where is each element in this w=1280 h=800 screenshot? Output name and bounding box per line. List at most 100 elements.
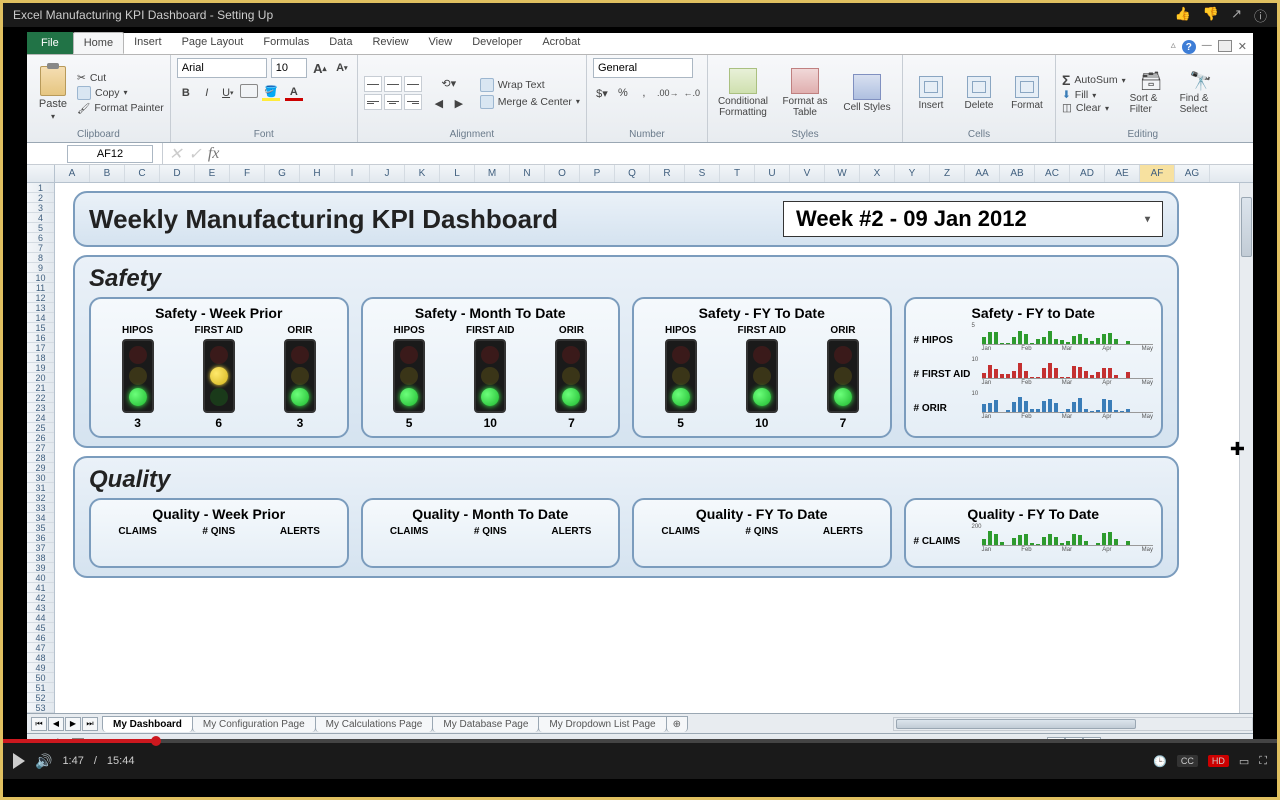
theater-mode-icon[interactable]: ▭ [1239,755,1249,768]
column-header[interactable]: M [475,165,510,182]
increase-indent-button[interactable]: ▶ [450,94,468,112]
row-header[interactable]: 41 [27,583,54,593]
align-center-button[interactable] [384,94,402,110]
autosum-button[interactable]: ΣAutoSum▾ [1062,72,1126,88]
orientation-button[interactable]: ⟲▾ [430,74,468,92]
column-header[interactable]: AA [965,165,1000,182]
row-header[interactable]: 6 [27,233,54,243]
sort-filter-button[interactable]: 🗃Sort & Filter [1130,71,1174,115]
column-header[interactable]: AE [1105,165,1140,182]
fill-color-button[interactable]: 🪣 [261,84,281,102]
column-header[interactable]: AD [1070,165,1105,182]
row-header[interactable]: 13 [27,303,54,313]
number-format-select[interactable] [593,58,693,78]
window-restore-icon[interactable] [1218,40,1232,52]
column-header[interactable]: AB [1000,165,1035,182]
clear-button[interactable]: ◫Clear▾ [1062,102,1126,114]
row-header[interactable]: 16 [27,333,54,343]
column-header[interactable]: W [825,165,860,182]
align-right-button[interactable] [404,94,422,110]
column-header[interactable]: O [545,165,580,182]
info-icon[interactable]: ⓘ [1254,6,1267,25]
column-header[interactable]: S [685,165,720,182]
font-name-select[interactable] [177,58,267,78]
tab-data[interactable]: Data [319,32,362,54]
row-header[interactable]: 31 [27,483,54,493]
watch-later-icon[interactable]: 🕒 [1153,755,1167,768]
format-cells-button[interactable]: Format [1005,76,1049,111]
grow-font-button[interactable]: A▴ [311,59,329,77]
horizontal-scrollbar[interactable] [893,717,1253,731]
conditional-formatting-button[interactable]: Conditional Formatting [714,68,772,118]
row-header[interactable]: 49 [27,663,54,673]
find-select-button[interactable]: 🔭Find & Select [1180,71,1224,115]
fullscreen-icon[interactable]: ⛶ [1259,755,1267,768]
new-sheet-button[interactable]: ⊕ [666,716,688,732]
align-middle-button[interactable] [384,76,402,92]
italic-button[interactable]: I [198,84,216,102]
row-header[interactable]: 35 [27,523,54,533]
volume-icon[interactable]: 🔊 [35,753,52,770]
row-header[interactable]: 7 [27,243,54,253]
row-header[interactable]: 33 [27,503,54,513]
minimize-ribbon-icon[interactable]: ▵ [1171,40,1176,54]
row-header[interactable]: 15 [27,323,54,333]
column-header[interactable]: A [55,165,90,182]
row-header[interactable]: 45 [27,623,54,633]
row-header[interactable]: 37 [27,543,54,553]
merge-center-button[interactable]: Merge & Center▾ [480,95,580,109]
sheet-tab[interactable]: My Dropdown List Page [538,716,666,732]
column-header[interactable]: F [230,165,265,182]
row-header[interactable]: 1 [27,183,54,193]
column-header[interactable]: AG [1175,165,1210,182]
row-header[interactable]: 8 [27,253,54,263]
row-header[interactable]: 14 [27,313,54,323]
column-header[interactable]: C [125,165,160,182]
row-header[interactable]: 9 [27,263,54,273]
row-header[interactable]: 51 [27,683,54,693]
cell-styles-button[interactable]: Cell Styles [838,74,896,113]
column-header[interactable]: AF [1140,165,1175,182]
sheet-nav-next[interactable]: ▶ [65,717,81,731]
row-header[interactable]: 5 [27,223,54,233]
tab-home[interactable]: Home [73,32,124,54]
column-header[interactable]: J [370,165,405,182]
row-header[interactable]: 42 [27,593,54,603]
font-color-button[interactable]: A [284,84,304,102]
column-header[interactable]: T [720,165,755,182]
decrease-indent-button[interactable]: ◀ [430,94,448,112]
tab-insert[interactable]: Insert [124,32,172,54]
formula-bar[interactable] [225,143,1253,164]
column-header[interactable]: I [335,165,370,182]
row-header[interactable]: 2 [27,193,54,203]
row-header[interactable]: 11 [27,283,54,293]
sheet-nav-last[interactable]: ⏭ [82,717,98,731]
file-tab[interactable]: File [27,32,73,54]
row-header[interactable]: 26 [27,433,54,443]
column-header[interactable]: P [580,165,615,182]
row-header[interactable]: 39 [27,563,54,573]
row-header[interactable]: 48 [27,653,54,663]
format-as-table-button[interactable]: Format as Table [776,68,834,118]
hd-button[interactable]: HD [1208,755,1229,767]
name-box[interactable] [67,145,153,163]
like-icon[interactable]: 👍 [1175,6,1191,25]
row-header[interactable]: 20 [27,373,54,383]
row-header[interactable]: 4 [27,213,54,223]
progress-bar[interactable] [3,739,1277,743]
row-header[interactable]: 44 [27,613,54,623]
wrap-text-button[interactable]: Wrap Text [480,78,580,92]
row-header[interactable]: 28 [27,453,54,463]
select-all-corner[interactable] [27,165,55,182]
row-header[interactable]: 23 [27,403,54,413]
row-header[interactable]: 17 [27,343,54,353]
accounting-format-button[interactable]: $▾ [593,84,611,102]
column-header[interactable]: Q [615,165,650,182]
row-header[interactable]: 52 [27,693,54,703]
sheet-tab[interactable]: My Database Page [432,716,539,732]
row-header[interactable]: 30 [27,473,54,483]
row-header[interactable]: 21 [27,383,54,393]
sheet-tab[interactable]: My Calculations Page [315,716,434,732]
font-size-select[interactable] [271,58,307,78]
row-header[interactable]: 32 [27,493,54,503]
